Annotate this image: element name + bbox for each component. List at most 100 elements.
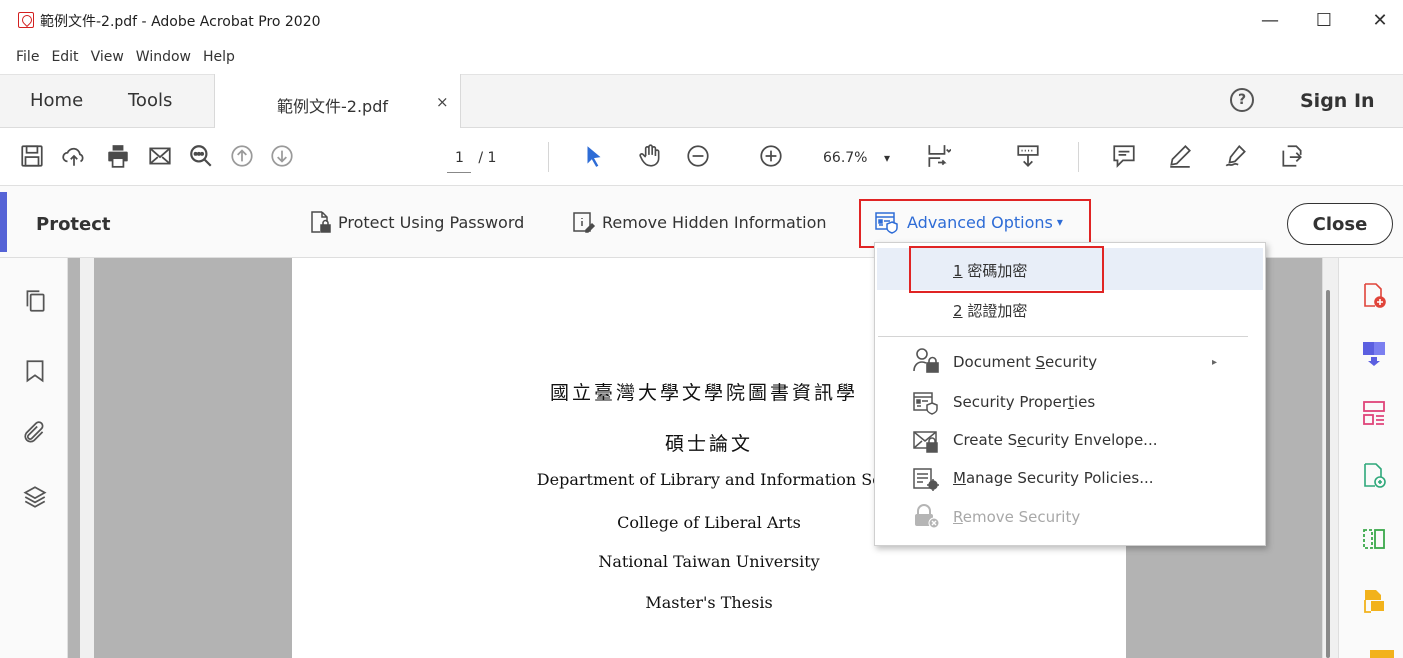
document-scrollbar-thumb[interactable] [1326,290,1330,658]
remove-security-label: emove Security [962,508,1081,526]
manage-policies-icon [912,466,940,492]
menu-file[interactable]: File [16,49,39,65]
menu-item-security-properties[interactable]: Security Properties [953,393,1095,411]
tab-close-icon[interactable]: × [436,93,449,111]
zoom-out-icon[interactable] [684,142,712,170]
menu-item-create-security-envelope[interactable]: Create Security Envelope... [953,431,1157,449]
menu-view[interactable]: View [91,49,124,65]
fill-sign-icon[interactable] [1222,142,1250,170]
menu-edit[interactable]: Edit [51,49,78,65]
more-tools-icon[interactable] [1370,650,1394,658]
document-security-accelerator: S [1035,353,1046,371]
menu-bar: File Edit View Window Help [0,40,1403,74]
create-envelope-label-a: Create S [953,431,1018,449]
menu-item-remove-security: Remove Security [953,508,1080,526]
email-icon[interactable] [146,142,174,170]
page-thumbnails-icon[interactable] [22,288,48,314]
user-lock-icon [912,347,940,373]
envelope-lock-icon [912,428,940,454]
protect-accent-bar [0,192,7,252]
menu-item-2-accelerator: 2 [953,302,963,320]
menu-item-1-label: 密碼加密 [962,262,1028,280]
acrobat-app-icon [18,12,34,28]
doc-line-university-en: National Taiwan University [598,552,820,571]
document-security-label-a: Document [953,353,1036,371]
attachments-icon[interactable] [22,420,48,446]
share-icon[interactable] [1278,142,1306,170]
protect-using-password-label: Protect Using Password [338,212,525,232]
protect-title: Protect [36,214,111,235]
document-security-label-b: ecurity [1045,353,1098,371]
menu-help[interactable]: Help [203,49,235,65]
zoom-caret-icon[interactable]: ▾ [884,151,890,165]
scroll-mode-icon[interactable] [1014,142,1042,170]
security-properties-label-b: ies [1073,393,1096,411]
zoom-in-icon[interactable] [757,142,785,170]
organize-pages-icon[interactable] [1362,400,1386,426]
menu-item-1-accelerator: 1 [953,262,963,280]
manage-policies-accelerator: M [953,469,966,487]
next-page-icon[interactable] [268,142,296,170]
submenu-arrow-icon: ▸ [1212,357,1218,368]
highlight-pen-icon[interactable] [1166,142,1194,170]
bookmarks-icon[interactable] [22,358,48,384]
export-pdf-icon[interactable] [1362,340,1386,366]
document-scrollbar[interactable] [1322,258,1338,658]
tab-tools[interactable]: Tools [128,90,172,111]
menu-item-document-security[interactable]: Document Security [953,353,1097,371]
layers-icon[interactable] [22,484,48,510]
advanced-options-caret-icon: ▾ [1056,215,1063,229]
remove-hidden-info-icon [573,212,596,233]
advanced-options-icon [875,212,898,234]
remove-security-icon [912,503,940,529]
menu-item-password-encryption[interactable]: 1 密碼加密 [953,260,1027,281]
hand-tool-icon[interactable] [636,142,664,170]
comment-tool-icon[interactable] [1362,588,1386,614]
sign-in-button[interactable]: Sign In [1300,90,1375,112]
menu-separator [878,336,1248,337]
left-navigation-panel [0,258,68,658]
remove-hidden-information-label: Remove Hidden Information [602,212,827,232]
create-pdf-icon[interactable] [1362,282,1386,308]
menu-item-2-label: 認證加密 [962,302,1028,320]
compare-files-icon[interactable] [1362,526,1386,552]
minimize-button[interactable]: — [1248,4,1292,36]
toolbar-divider [1078,142,1079,172]
doc-line-masters-thesis: Master's Thesis [645,593,773,612]
remove-hidden-information-button[interactable]: Remove Hidden Information [572,210,827,234]
left-panel-scrollbar[interactable] [80,258,94,658]
save-icon[interactable] [18,142,46,170]
cloud-upload-icon[interactable] [60,142,88,170]
edit-pdf-icon[interactable] [1362,462,1386,488]
previous-page-icon[interactable] [228,142,256,170]
create-envelope-accelerator: e [1017,431,1027,449]
manage-policies-label: anage Security Policies... [965,469,1154,487]
tab-document-label[interactable]: 範例文件-2.pdf [277,93,388,117]
page-input-underline [447,172,471,173]
create-envelope-label-b: curity Envelope... [1026,431,1158,449]
menu-window[interactable]: Window [136,49,191,65]
select-tool-icon[interactable] [580,142,608,170]
close-window-button[interactable]: ✕ [1358,4,1402,36]
zoom-level-select[interactable]: 66.7% ▾ [823,150,890,166]
print-icon[interactable] [104,142,132,170]
security-properties-label-a: Security Proper [953,393,1069,411]
page-display-icon[interactable] [924,142,952,170]
zoom-value[interactable]: 66.7% [823,150,867,166]
protect-using-password-button[interactable]: Protect Using Password [308,210,524,234]
security-properties-icon [912,390,940,416]
page-number-input[interactable]: 1 [455,150,464,166]
toolbar-divider [548,142,549,172]
tab-home[interactable]: Home [30,90,83,111]
document-lock-icon [311,211,331,233]
find-icon[interactable] [187,142,215,170]
advanced-options-button[interactable]: Advanced Options ▾ [873,210,1063,234]
menu-item-certificate-encryption[interactable]: 2 認證加密 [953,300,1027,321]
protect-close-button[interactable]: Close [1287,203,1393,245]
comment-icon[interactable] [1110,142,1138,170]
window-title: 範例文件-2.pdf - Adobe Acrobat Pro 2020 [40,14,321,30]
page-indicator: 1 / 1 [455,150,496,166]
maximize-button[interactable]: ☐ [1302,4,1346,36]
help-icon[interactable]: ? [1230,88,1254,112]
menu-item-manage-security-policies[interactable]: Manage Security Policies... [953,469,1154,487]
